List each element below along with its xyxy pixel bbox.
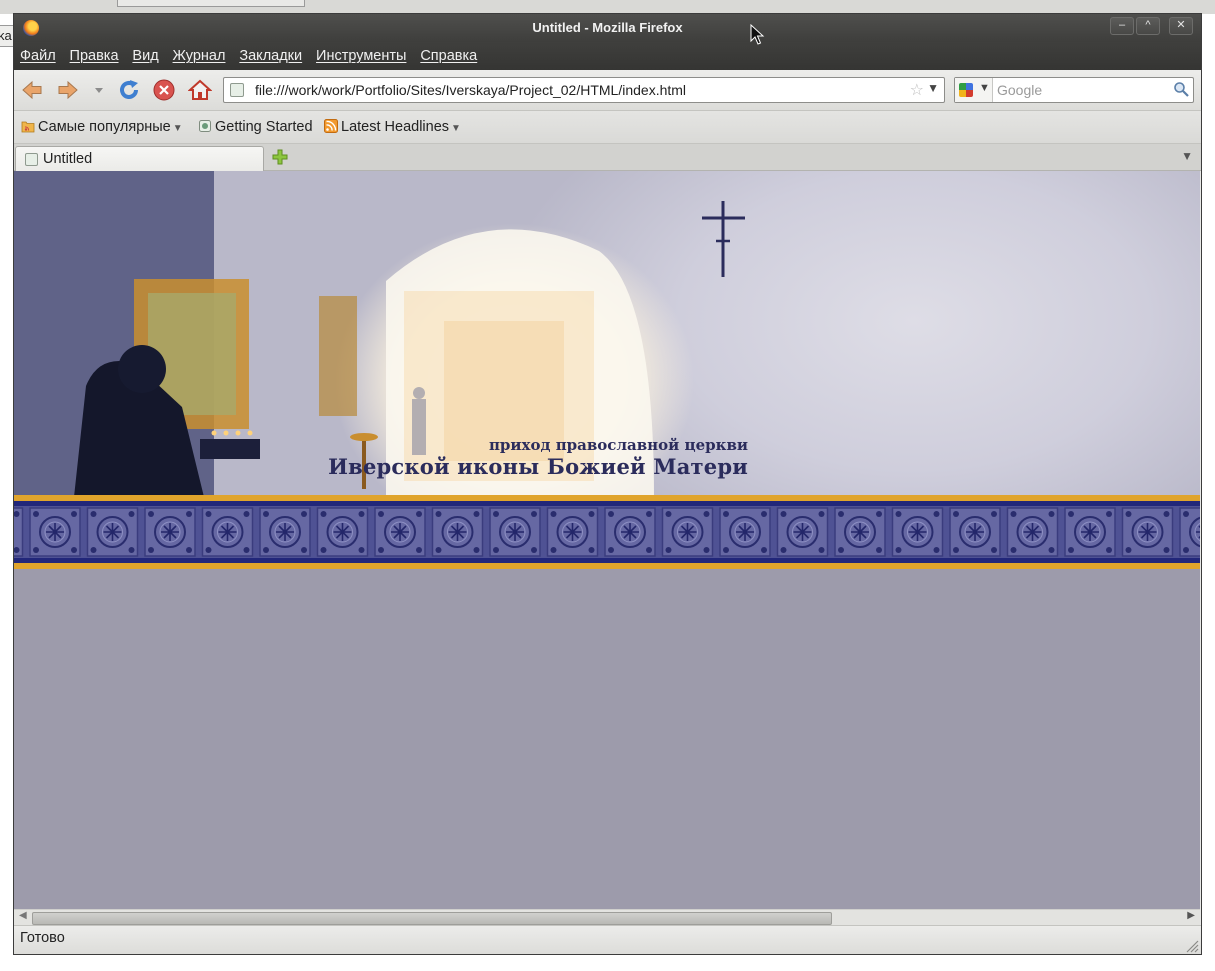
window-title: Untitled - Mozilla Firefox	[532, 20, 683, 35]
title-bar[interactable]: Untitled - Mozilla Firefox – ^ ✕	[14, 14, 1201, 42]
ornament-tile	[1179, 507, 1200, 557]
ornament-tile	[374, 507, 426, 557]
search-bar[interactable]: ▼ Google	[954, 77, 1194, 103]
rss-icon	[324, 119, 338, 133]
firefox-window: Untitled - Mozilla Firefox – ^ ✕ Файл Пр…	[14, 14, 1201, 954]
bookmark-dropdown-icon: ▼	[172, 123, 183, 134]
scroll-left-icon[interactable]: ◀	[19, 910, 27, 921]
ornament-tile	[489, 507, 541, 557]
menu-bar: Файл Правка Вид Журнал Закладки Инструме…	[14, 42, 1201, 70]
minimize-button[interactable]: –	[1110, 17, 1134, 35]
tab-label: Untitled	[43, 151, 93, 167]
navigation-toolbar: file:///work/work/Portfolio/Sites/Iversk…	[14, 70, 1201, 111]
ornament-pattern	[14, 507, 1200, 557]
scrollbar-thumb[interactable]	[32, 912, 832, 925]
mouse-cursor-icon	[750, 24, 765, 45]
page-icon	[199, 120, 211, 132]
menu-history[interactable]: Журнал	[173, 42, 226, 70]
menu-tools[interactable]: Инструменты	[316, 42, 406, 70]
ornament-tile	[1006, 507, 1059, 557]
ornament-border	[14, 501, 1200, 563]
ornament-tile	[259, 507, 311, 557]
ornament-tile	[604, 507, 656, 557]
header-subtitle: приход православной церкви	[488, 436, 748, 454]
folder-rss-icon	[21, 121, 35, 133]
ornament-tile	[661, 507, 714, 557]
ornament-tile	[719, 507, 771, 557]
ornament-tile	[891, 507, 944, 557]
menu-help[interactable]: Справка	[420, 42, 477, 70]
bookmark-most-visited[interactable]: Самые популярные ▼	[21, 111, 183, 145]
ornament-tile	[86, 507, 139, 557]
ornament-tile	[316, 507, 369, 557]
menu-edit[interactable]: Правка	[70, 42, 119, 70]
status-bar: Готово	[14, 925, 1201, 954]
header-title: Иверской иконы Божией Матери	[328, 454, 748, 479]
tab-list-dropdown-icon[interactable]: ▼	[1181, 149, 1193, 163]
ornament-tile	[949, 507, 1001, 557]
bookmark-getting-started[interactable]: Getting Started	[198, 111, 313, 143]
bookmark-star-icon[interactable]: ☆	[910, 80, 924, 100]
background-window-label: ka	[0, 28, 12, 43]
ornament-tile	[1064, 507, 1116, 557]
forward-icon[interactable]	[56, 78, 80, 102]
url-text[interactable]: file:///work/work/Portfolio/Sites/Iversk…	[255, 78, 686, 102]
back-icon[interactable]	[20, 78, 44, 102]
background-window-fragment	[117, 0, 305, 7]
ornament-tile	[201, 507, 254, 557]
ornament-tile	[776, 507, 829, 557]
reload-icon[interactable]	[117, 78, 141, 102]
gold-band-bottom	[14, 563, 1200, 569]
tab-untitled[interactable]: Untitled	[15, 146, 264, 171]
bookmark-most-visited-label: Самые популярные	[38, 119, 171, 135]
stop-icon[interactable]	[152, 78, 176, 102]
search-engine-button[interactable]: ▼	[955, 78, 993, 102]
home-icon[interactable]	[188, 78, 212, 102]
header-banner: приход православной церкви Иверской икон…	[14, 171, 1200, 497]
menu-view[interactable]: Вид	[132, 42, 158, 70]
tab-favicon-icon	[25, 153, 38, 166]
tab-strip: Untitled ▼	[14, 144, 1201, 171]
site-identity-icon[interactable]	[230, 83, 244, 97]
menu-file[interactable]: Файл	[20, 42, 56, 70]
history-dropdown-icon[interactable]	[92, 78, 106, 102]
url-bar[interactable]: file:///work/work/Portfolio/Sites/Iversk…	[223, 77, 945, 103]
ornament-tile	[834, 507, 886, 557]
new-tab-icon[interactable]	[271, 148, 289, 166]
search-icon[interactable]	[1173, 81, 1189, 97]
desktop-background	[0, 0, 1215, 14]
close-button[interactable]: ✕	[1169, 17, 1193, 35]
google-icon	[959, 83, 973, 97]
search-engine-dropdown-icon: ▼	[979, 82, 990, 94]
ornament-tile	[1121, 507, 1174, 557]
url-dropdown-icon[interactable]: ▼	[927, 81, 939, 95]
background-window-text: ka	[0, 25, 15, 47]
maximize-button[interactable]: ^	[1136, 17, 1160, 35]
menu-bookmarks[interactable]: Закладки	[239, 42, 302, 70]
bookmark-latest-headlines[interactable]: Latest Headlines ▼	[324, 111, 461, 145]
bookmark-latest-headlines-label: Latest Headlines	[341, 119, 450, 135]
scroll-right-icon[interactable]: ▶	[1187, 910, 1195, 921]
ornament-tile	[29, 507, 81, 557]
horizontal-scrollbar[interactable]: ◀ ▶	[14, 909, 1200, 925]
bookmarks-toolbar: Самые популярные ▼ Getting Started Latest…	[14, 111, 1201, 144]
ornament-tile	[144, 507, 196, 557]
bookmark-getting-started-label: Getting Started	[215, 119, 313, 135]
resize-grip-icon[interactable]	[1185, 939, 1199, 953]
status-text: Готово	[20, 930, 65, 946]
ornament-tile	[431, 507, 484, 557]
ornament-tile	[546, 507, 599, 557]
ornament-tile	[14, 507, 24, 557]
page-content: приход православной церкви Иверской икон…	[14, 171, 1200, 909]
bookmark-dropdown-icon: ▼	[451, 123, 461, 134]
search-input[interactable]: Google	[997, 78, 1042, 102]
